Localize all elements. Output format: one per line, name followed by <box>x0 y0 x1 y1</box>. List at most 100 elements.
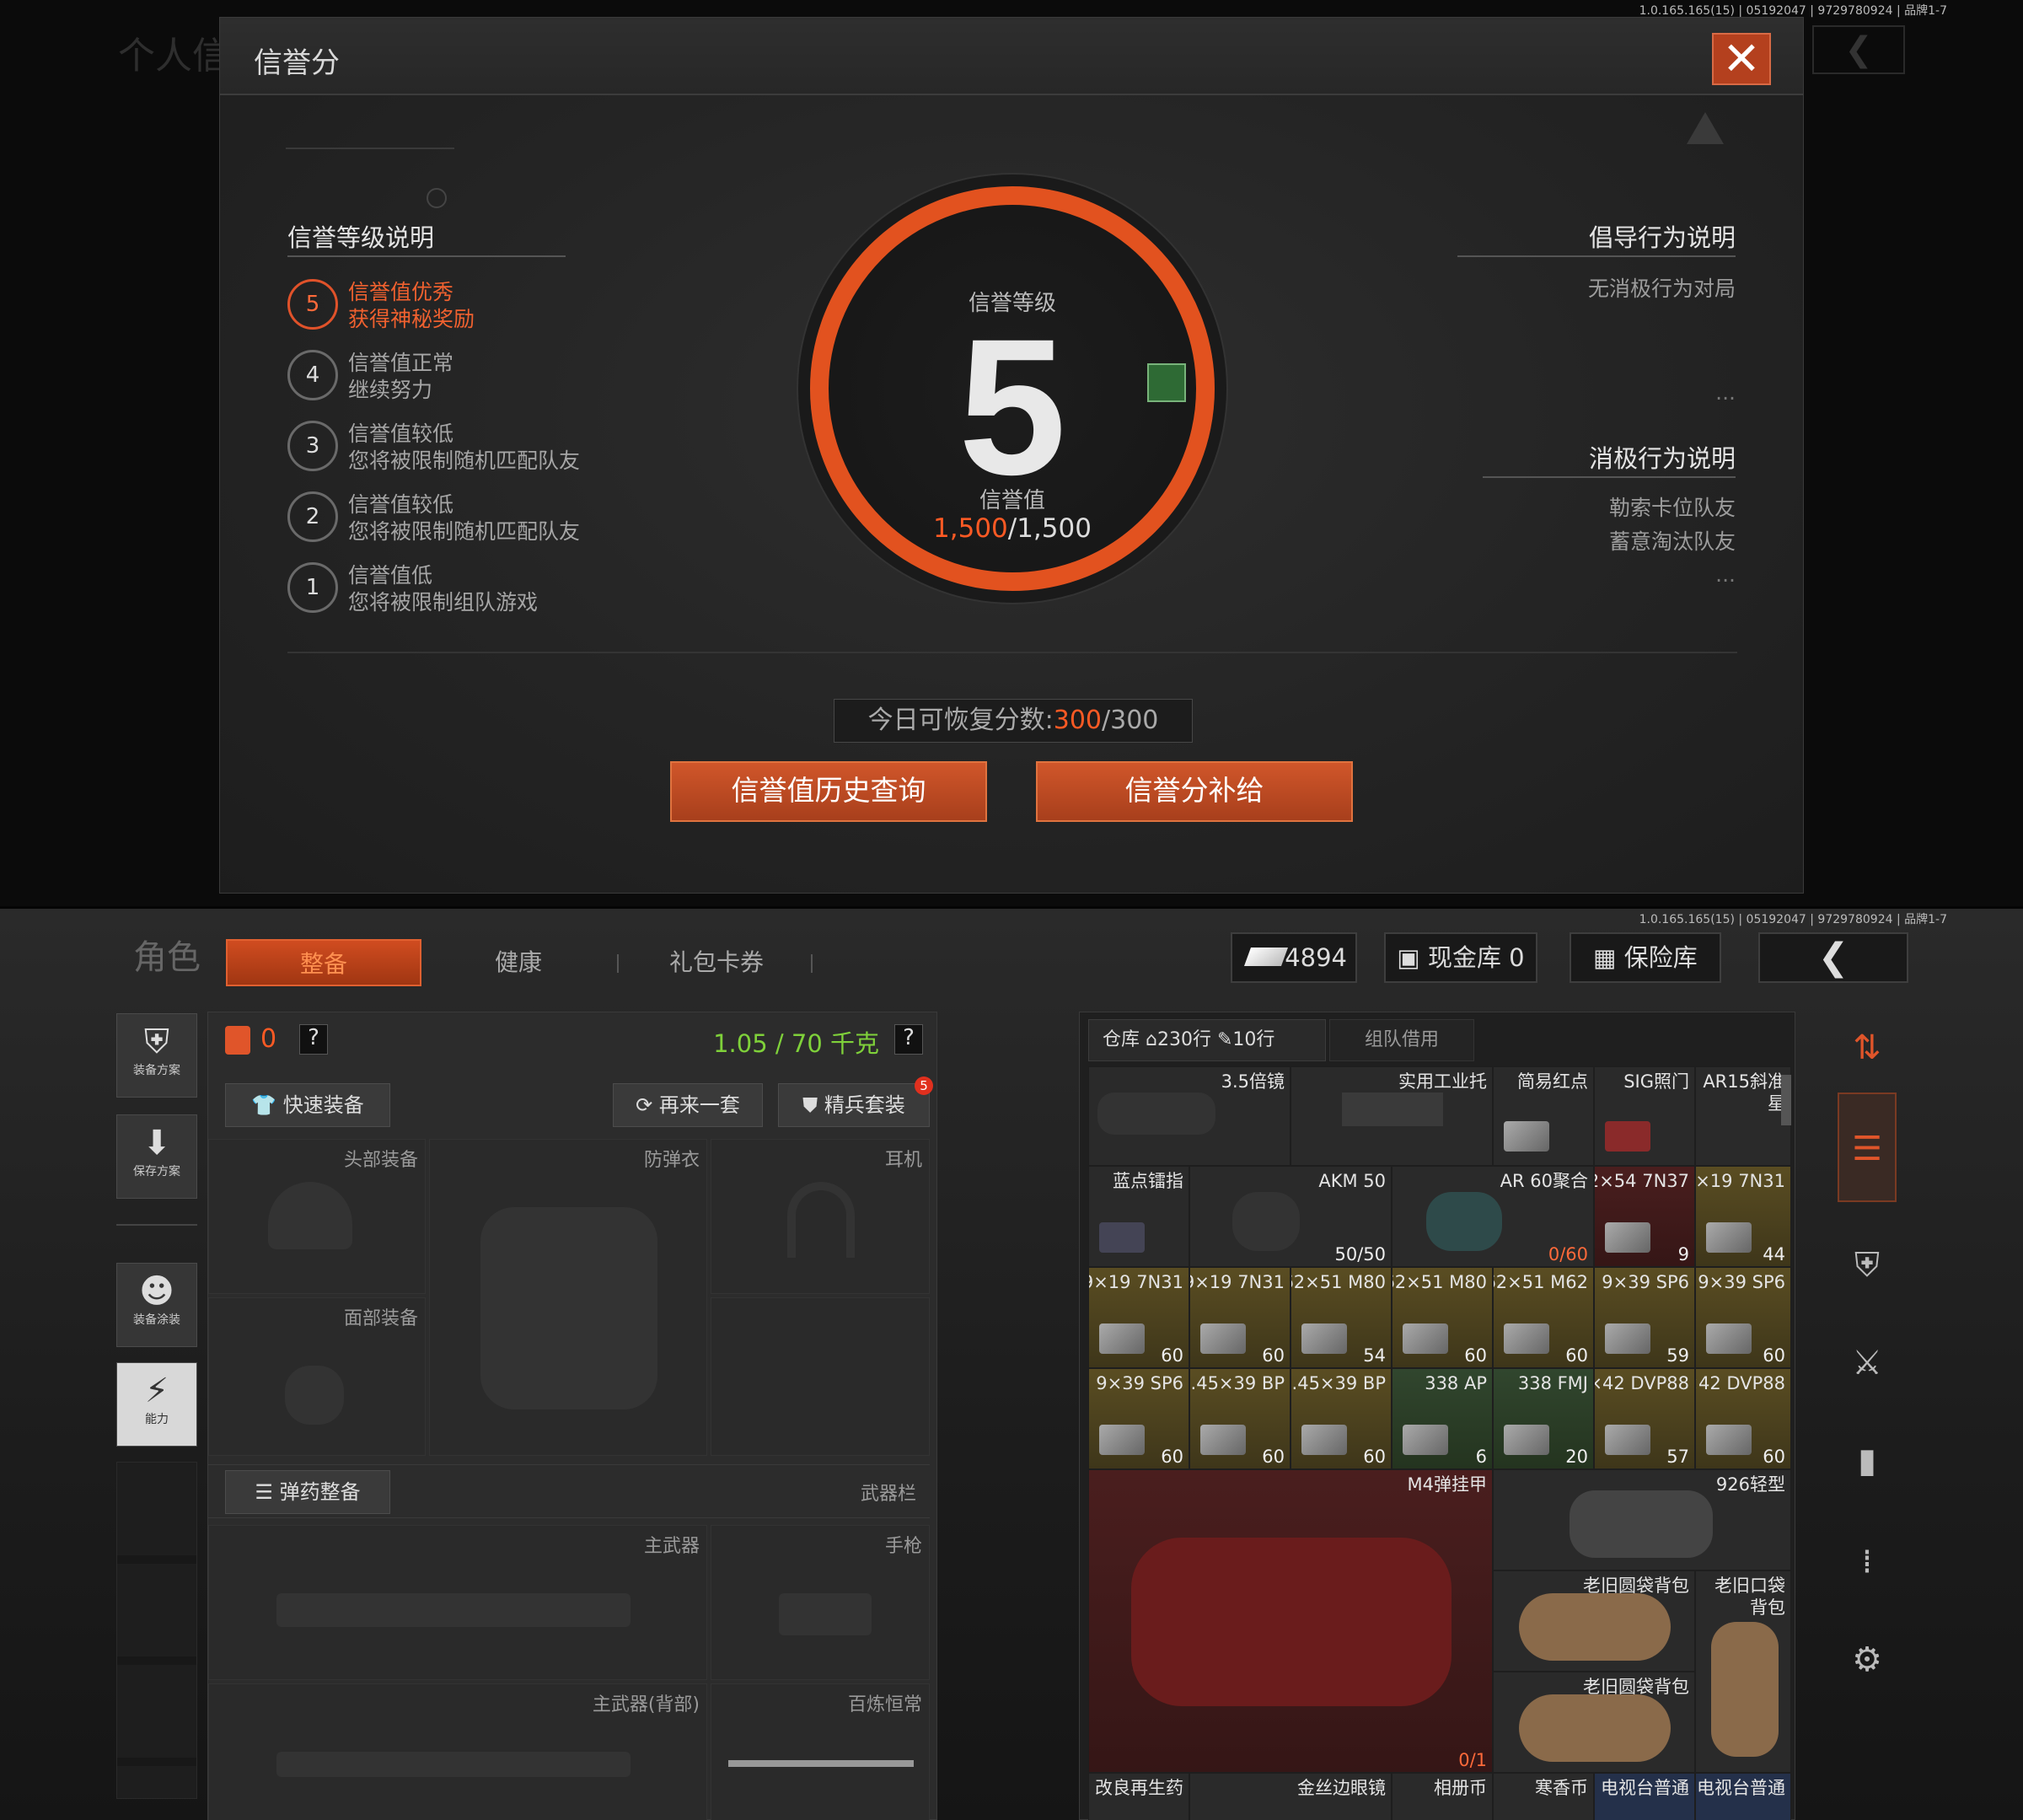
inventory-item[interactable]: 5.45×39 BP 60 <box>1189 1368 1291 1469</box>
loadout-plan-button[interactable]: ⛨ 装备方案 <box>116 1013 197 1098</box>
inventory-item[interactable]: 老旧口袋背包 <box>1695 1570 1791 1773</box>
inventory-item[interactable]: 7.62×54 7N37 9 <box>1594 1166 1695 1267</box>
inventory-item[interactable]: AKM 50 50/50 <box>1189 1166 1392 1267</box>
category-gear-icon[interactable]: ⛨ <box>1838 1236 1897 1295</box>
primary-back-slot[interactable]: 主武器(背部) <box>208 1683 707 1820</box>
item-count: 57 <box>1666 1447 1689 1467</box>
slot-label: 百炼恒常 <box>847 1694 922 1715</box>
inventory-item[interactable]: 3.5倍镜 <box>1088 1066 1291 1166</box>
inventory-item[interactable]: 9×19 7N31 44 <box>1695 1166 1791 1267</box>
close-button[interactable]: ✕ <box>1712 33 1771 85</box>
side-label: 装备方案 <box>133 1064 180 1077</box>
again-label: 再来一套 <box>658 1093 740 1117</box>
category-accessory-icon[interactable]: ⚙ <box>1838 1630 1897 1689</box>
ammo-icon <box>1301 1425 1347 1455</box>
inventory-item[interactable]: 简易红点 <box>1493 1066 1594 1166</box>
inventory-item[interactable]: 寒香币 <box>1493 1773 1594 1820</box>
currency-display[interactable]: 4894 <box>1231 932 1357 983</box>
cash-vault-button[interactable]: ▣ 现金库 0 <box>1384 932 1537 983</box>
inventory-item[interactable]: 改良再生药 <box>1088 1773 1189 1820</box>
stock-icon <box>1342 1093 1443 1126</box>
tab-health[interactable]: 健康 <box>455 939 582 986</box>
mask-icon <box>285 1366 344 1425</box>
inventory-item[interactable]: 7.62×51 M62 60 <box>1493 1267 1594 1368</box>
again-button[interactable]: ⟳ 再来一套 <box>613 1083 763 1127</box>
rifle-icon <box>276 1593 631 1627</box>
face-slot[interactable]: 面部装备 <box>208 1297 426 1456</box>
ammo-button[interactable]: ☰ 弹药整备 <box>225 1470 390 1514</box>
help-button[interactable]: ? <box>299 1024 328 1055</box>
inventory-item[interactable]: 电视台普通 <box>1695 1773 1791 1820</box>
history-button[interactable]: 信誉值历史查询 <box>670 761 987 822</box>
pistol-slot[interactable]: 手枪 <box>711 1525 930 1680</box>
sort-icon[interactable]: ⇅ <box>1838 1018 1897 1077</box>
crosshair-icon <box>427 188 447 208</box>
cash-vault-label: 现金库 0 <box>1427 943 1525 972</box>
ability-button[interactable]: ⚡ 能力 <box>116 1362 197 1447</box>
tab-gift[interactable]: 礼包卡券 <box>649 939 784 986</box>
level-item-5: 5 信誉值优秀 获得神秘奖励 <box>287 276 641 335</box>
warehouse-scrollbar[interactable] <box>1781 1075 1791 1125</box>
elite-kit-button[interactable]: ⛊ 精兵套装 <box>778 1083 930 1127</box>
warehouse-tab[interactable]: 仓库 ⌂230行 ✎10行 <box>1088 1019 1326 1061</box>
category-all-icon[interactable]: ☰ <box>1838 1093 1897 1202</box>
inventory-item[interactable]: 老旧圆袋背包 <box>1493 1570 1695 1672</box>
skin-button[interactable]: ☻ 装备涂装 <box>116 1263 197 1347</box>
red-dot-icon <box>1504 1121 1549 1152</box>
category-weapon-icon[interactable]: ⚔ <box>1838 1334 1897 1393</box>
level-line2: 您将被限制组队游戏 <box>348 590 539 615</box>
ring-value-current: 1,500 <box>933 513 1008 544</box>
inventory-item[interactable]: 9×19 7N31 60 <box>1189 1267 1291 1368</box>
inventory-item[interactable]: 5.8×42 DVP88 57 <box>1594 1368 1695 1469</box>
inventory-item[interactable]: 9×19 7N31 60 <box>1088 1267 1189 1368</box>
vest-slot[interactable]: 防弹衣 <box>429 1139 707 1456</box>
inventory-item[interactable]: 9×39 SP6 60 <box>1088 1368 1189 1469</box>
melee-slot[interactable]: 百炼恒常 <box>711 1683 930 1820</box>
inventory-item[interactable]: 9×39 SP6 59 <box>1594 1267 1695 1368</box>
team-borrow-tab[interactable]: 组队借用 <box>1329 1019 1474 1061</box>
tab-equip[interactable]: 整备 <box>226 939 421 986</box>
category-ammo-icon[interactable]: ⁞ <box>1838 1533 1897 1592</box>
quick-equip-button[interactable]: 👕 快速装备 <box>225 1083 390 1127</box>
supply-button[interactable]: 信誉分补给 <box>1036 761 1353 822</box>
level-line1: 信誉值较低 <box>348 421 454 446</box>
key-icon: ✎ <box>1216 1029 1233 1050</box>
inventory-item[interactable]: 5.45×39 BP 60 <box>1291 1368 1392 1469</box>
category-magazine-icon[interactable]: ▮ <box>1838 1431 1897 1490</box>
item-name: 7.62×51 M62 <box>1494 1272 1588 1292</box>
sword-icon <box>728 1760 914 1767</box>
warehouse-label: 仓库 <box>1103 1029 1140 1050</box>
inventory-item[interactable]: 蓝点镭指 <box>1088 1166 1189 1267</box>
head-slot[interactable]: 头部装备 <box>208 1139 426 1294</box>
inventory-item[interactable]: 926轻型 <box>1493 1469 1791 1570</box>
slot-label: 主武器(背部) <box>592 1694 700 1715</box>
inventory-item[interactable]: AR15斜准星 <box>1695 1066 1791 1166</box>
ear-slot[interactable]: 耳机 <box>711 1139 930 1294</box>
inventory-item[interactable]: 7.62×51 M80 60 <box>1392 1267 1493 1368</box>
inventory-item[interactable]: SIG照门 <box>1594 1066 1695 1166</box>
primary-slot[interactable]: 主武器 <box>208 1525 707 1680</box>
weight-help-button[interactable]: ? <box>894 1024 923 1055</box>
inventory-item[interactable]: 9×39 SP6 60 <box>1695 1267 1791 1368</box>
inventory-item[interactable]: 相册币 <box>1392 1773 1493 1820</box>
inventory-item[interactable]: M4弹挂甲 0/1 <box>1088 1469 1493 1773</box>
back-button[interactable]: ❮ <box>1758 932 1908 983</box>
inventory-item[interactable]: 实用工业托 <box>1291 1066 1493 1166</box>
inventory-item[interactable]: 老旧圆袋背包 <box>1493 1672 1695 1773</box>
scope-icon <box>1097 1093 1215 1135</box>
inventory-item[interactable]: 338 FMJ 20 <box>1493 1368 1594 1469</box>
inventory-item[interactable]: 338 AP 6 <box>1392 1368 1493 1469</box>
dialog-header: 信誉分 ✕ <box>220 18 1803 95</box>
sight-icon <box>1605 1121 1650 1152</box>
safe-button[interactable]: ▦ 保险库 <box>1570 932 1721 983</box>
inventory-item[interactable]: AR 60聚合 0/60 <box>1392 1166 1594 1267</box>
inventory-item[interactable]: 金丝边眼镜 <box>1189 1773 1392 1820</box>
inventory-item[interactable]: 5.8×42 DVP88 60 <box>1695 1368 1791 1469</box>
inventory-item[interactable]: 电视台普通 <box>1594 1773 1695 1820</box>
inventory-item[interactable]: 7.62×51 M80 54 <box>1291 1267 1392 1368</box>
ring-value: 1,500/1,500 <box>829 513 1196 544</box>
save-plan-button[interactable]: ⬇ 保存方案 <box>116 1114 197 1199</box>
recover-current: 300 <box>1053 706 1102 735</box>
tab-role[interactable]: 角色 <box>116 934 217 981</box>
item-name: 电视台普通 <box>1697 1778 1785 1798</box>
